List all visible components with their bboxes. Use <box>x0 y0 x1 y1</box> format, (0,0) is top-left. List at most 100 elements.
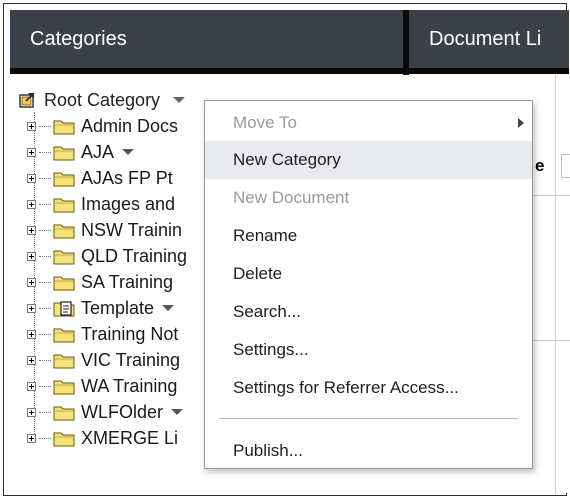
menu-item-label: Move To <box>233 113 297 132</box>
column-divider <box>555 74 556 494</box>
panel-divider[interactable] <box>403 10 409 75</box>
tree-connector <box>39 125 51 127</box>
folder-icon <box>53 429 81 447</box>
expand-plus-icon[interactable] <box>27 121 36 131</box>
menu-item-publish[interactable]: Publish... <box>205 432 532 470</box>
menu-item-search[interactable]: Search... <box>205 293 532 331</box>
tree-item-label: NSW Trainin <box>81 219 183 240</box>
tree-item-label: WLFOlder <box>81 401 164 422</box>
menu-item-settings-referrer-access[interactable]: Settings for Referrer Access... <box>205 369 532 407</box>
column-header-control[interactable] <box>561 154 570 178</box>
tree-item[interactable]: Template <box>27 295 175 321</box>
tree-item-label: VIC Training <box>81 349 181 370</box>
menu-item-label: Settings for Referrer Access... <box>233 378 459 397</box>
menu-separator <box>219 418 518 419</box>
menu-item-label: New Category <box>233 150 341 169</box>
tree-item[interactable]: AJAs FP Pt <box>27 165 173 191</box>
root-category-icon <box>19 93 34 108</box>
chevron-right-icon <box>518 118 524 128</box>
tree-connector <box>39 307 51 309</box>
tree-connector <box>39 359 51 361</box>
menu-item-delete[interactable]: Delete <box>205 255 532 293</box>
expand-plus-icon[interactable] <box>27 433 36 443</box>
menu-item-label: New Document <box>233 188 350 207</box>
tree-item-label: AJAs FP Pt <box>81 167 173 188</box>
tree-item-label: XMERGE Li <box>81 427 179 448</box>
menu-item-move-to[interactable]: Move To <box>205 104 532 142</box>
tree-item[interactable]: QLD Training <box>27 243 187 269</box>
tree-connector <box>39 229 51 231</box>
tree-item-label: AJA <box>81 141 115 162</box>
menu-item-label: Delete <box>233 264 283 283</box>
chevron-down-icon[interactable] <box>162 305 175 311</box>
tree-connector <box>39 437 51 439</box>
tree-root-node[interactable]: Root Category <box>19 89 186 111</box>
categories-header: Categories <box>10 10 403 68</box>
folder-icon <box>53 221 81 239</box>
tree-connector <box>39 255 51 257</box>
tree-item[interactable]: Images and <box>27 191 175 217</box>
tree-root-label: Root Category <box>44 89 161 110</box>
folder-icon <box>53 377 81 395</box>
expand-plus-icon[interactable] <box>27 329 36 339</box>
menu-item-new-category[interactable]: New Category <box>205 141 532 179</box>
tree-item-label: QLD Training <box>81 245 188 266</box>
tree-item[interactable]: Training Not <box>27 321 178 347</box>
menu-item-label: Rename <box>233 226 298 245</box>
tree-connector <box>39 151 51 153</box>
folder-icon <box>53 143 81 161</box>
header-underline <box>10 68 403 74</box>
folder-icon <box>53 169 81 187</box>
expand-plus-icon[interactable] <box>27 199 36 209</box>
chevron-down-icon[interactable] <box>173 97 186 103</box>
tree-item[interactable]: Admin Docs <box>27 113 178 139</box>
chevron-down-icon[interactable] <box>171 409 184 415</box>
folder-icon <box>53 273 81 291</box>
menu-item-label: Publish... <box>233 441 303 460</box>
template-folder-icon <box>53 299 81 317</box>
tree-connector <box>39 281 51 283</box>
expand-plus-icon[interactable] <box>27 147 36 157</box>
folder-icon <box>53 195 81 213</box>
tree-connector <box>39 411 51 413</box>
tree-item-label: Images and <box>81 193 176 214</box>
tree-item[interactable]: XMERGE Li <box>27 425 178 451</box>
folder-icon <box>53 351 81 369</box>
tree-item[interactable]: WA Training <box>27 373 177 399</box>
document-list-title: Document Li <box>429 28 542 50</box>
tree-item-label: Admin Docs <box>81 115 179 136</box>
header-underline <box>409 68 569 74</box>
tree-connector <box>39 203 51 205</box>
expand-plus-icon[interactable] <box>27 381 36 391</box>
menu-item-new-document[interactable]: New Document <box>205 179 532 217</box>
menu-item-rename[interactable]: Rename <box>205 217 532 255</box>
context-menu: Move To New Category New Document Rename… <box>204 100 533 469</box>
expand-plus-icon[interactable] <box>27 355 36 365</box>
expand-plus-icon[interactable] <box>27 407 36 417</box>
tree-item-label: Training Not <box>81 323 179 344</box>
categories-title: Categories <box>30 28 127 50</box>
chevron-down-icon[interactable] <box>122 149 135 155</box>
menu-item-label: Settings... <box>233 340 309 359</box>
expand-plus-icon[interactable] <box>27 303 36 313</box>
tree-item[interactable]: VIC Training <box>27 347 180 373</box>
tree-item-label: SA Training <box>81 271 174 292</box>
tree-connector <box>39 385 51 387</box>
tree-item[interactable]: WLFOlder <box>27 399 184 425</box>
tree-item[interactable]: AJA <box>27 139 135 165</box>
expand-plus-icon[interactable] <box>27 277 36 287</box>
folder-icon <box>53 117 81 135</box>
expand-plus-icon[interactable] <box>27 251 36 261</box>
tree-item-label: WA Training <box>81 375 178 396</box>
tree-item[interactable]: NSW Trainin <box>27 217 182 243</box>
tree-item[interactable]: SA Training <box>27 269 173 295</box>
folder-icon <box>53 247 81 265</box>
expand-plus-icon[interactable] <box>27 173 36 183</box>
expand-plus-icon[interactable] <box>27 225 36 235</box>
menu-item-label: Search... <box>233 302 302 321</box>
column-header-fragment: e <box>535 156 545 175</box>
tree-item-label: Template <box>81 297 155 318</box>
folder-icon <box>53 403 81 421</box>
menu-item-settings[interactable]: Settings... <box>205 331 532 369</box>
tree-connector <box>39 333 51 335</box>
